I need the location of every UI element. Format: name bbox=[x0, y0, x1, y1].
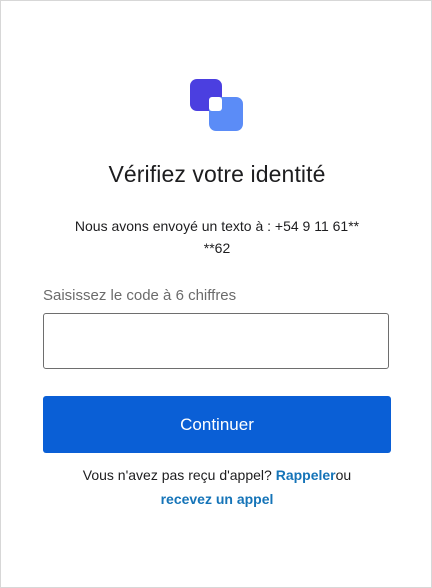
sms-sent-message: Nous avons envoyé un texto à : +54 9 11 … bbox=[41, 215, 393, 259]
resend-footer: Vous n'avez pas reçu d'appel? Rappelerou… bbox=[31, 463, 403, 511]
code-field-label: Saisissez le code à 6 chiffres bbox=[43, 287, 237, 304]
app-logo-icon bbox=[190, 79, 243, 131]
page-title: Vérifiez votre identité bbox=[108, 161, 326, 187]
sms-sent-line-1: Nous avons envoyé un texto à : +54 9 11 … bbox=[74, 218, 360, 234]
page-frame: Vérifiez votre identité Nous avons envoy… bbox=[0, 0, 432, 588]
sms-sent-line-2: **62 bbox=[203, 240, 231, 256]
resend-prompt: Vous n'avez pas reçu d'appel? bbox=[82, 467, 272, 483]
receive-call-link[interactable]: recevez un appel bbox=[161, 491, 274, 507]
or-text: ou bbox=[335, 467, 352, 483]
call-back-link[interactable]: Rappeler bbox=[276, 467, 336, 483]
continue-button[interactable]: Continuer bbox=[43, 396, 391, 453]
code-input[interactable] bbox=[43, 313, 389, 369]
